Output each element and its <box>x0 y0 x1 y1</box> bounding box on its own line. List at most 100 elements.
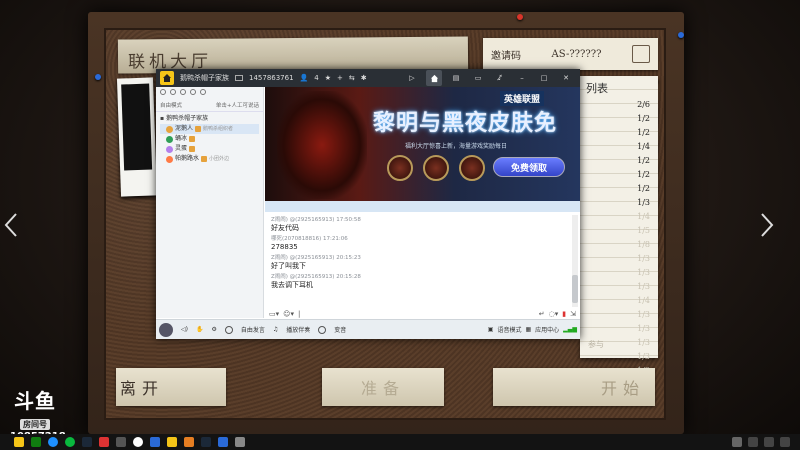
app-icon[interactable] <box>764 437 774 447</box>
player-list: 列表 2/6 1/2 1/2 1/4 1/2 1/2 1/2 1/3 1/4 1/5 1/8 1/3 1… <box>580 76 658 375</box>
panel-toolbar <box>156 87 263 99</box>
member-icon: 👤 <box>299 74 309 82</box>
member-item[interactable]: 蛹冰 <box>160 134 259 144</box>
member-count: 4 <box>314 74 319 82</box>
message-meta: Z闹闹) @(2925165913) 17:50:58 <box>271 217 361 223</box>
music-icon[interactable]: ♫ <box>273 326 278 333</box>
free-speak-label[interactable]: 自由发言 <box>241 325 265 334</box>
search-icon[interactable] <box>160 89 166 95</box>
leave-button[interactable]: 离开 <box>116 368 226 406</box>
system-tray <box>732 437 800 447</box>
member-note: 小团外边 <box>209 156 230 162</box>
app-icon[interactable] <box>150 437 160 447</box>
list-row: 1/3 <box>637 324 650 333</box>
wechat-icon[interactable] <box>65 437 75 447</box>
mic-hand-icon[interactable]: ✋ <box>196 326 203 333</box>
mute-icon[interactable]: ♪̸ <box>492 70 508 86</box>
steam-icon[interactable] <box>82 437 92 447</box>
member-item[interactable]: 泥鹅人 鹅鸭杀组织者 <box>160 124 259 134</box>
plus-icon[interactable]: + <box>337 74 343 82</box>
list-row: 1/4 <box>637 142 650 151</box>
app-icon[interactable] <box>184 437 194 447</box>
settings-icon[interactable]: ⚙ <box>211 326 216 333</box>
voice-change-icon[interactable] <box>318 325 327 334</box>
app-icon[interactable] <box>235 437 245 447</box>
clock-icon[interactable] <box>200 89 206 95</box>
app-icon[interactable] <box>99 437 109 447</box>
app-center-label[interactable]: 应用中心 <box>535 325 559 334</box>
voice-change-label[interactable]: 变音 <box>334 325 346 334</box>
claim-free-button[interactable]: 免费领取 <box>493 157 565 177</box>
member-item[interactable]: 帕鹅路水 小团外边 <box>160 154 259 164</box>
app-icon[interactable] <box>780 437 790 447</box>
expand-icon[interactable]: ⇲ <box>570 310 576 318</box>
app-grid-icon[interactable]: ▦ <box>525 326 531 333</box>
chat-app-icon[interactable] <box>167 437 177 447</box>
list-row: 1/2 <box>637 114 650 123</box>
list-row: 1/8 <box>637 240 650 249</box>
member-item[interactable]: 灵蛋 <box>160 144 259 154</box>
minimize-icon[interactable]: – <box>514 70 530 86</box>
voice-settings-icon[interactable]: ▣ <box>488 326 494 333</box>
gamepad-icon[interactable]: ▭▾ <box>269 310 279 318</box>
send-icon[interactable]: ↵ <box>539 310 545 318</box>
text-cursor[interactable]: | <box>298 310 300 318</box>
app-icon[interactable] <box>218 437 228 447</box>
list-row: 1/3 <box>637 268 650 277</box>
shield-icon[interactable] <box>190 89 196 95</box>
chat-bubble-icon[interactable]: ◌▾ <box>549 310 559 318</box>
next-arrow-icon[interactable] <box>760 212 774 238</box>
free-speak-icon[interactable] <box>224 325 233 334</box>
home-icon[interactable] <box>160 71 174 85</box>
google-icon[interactable] <box>133 437 143 447</box>
voice-controls: ◁) ✋ ⚙ 自由发言 ♫ 播放伴奏 变音 ▣ 语音模式 ▦ 应用中心 ▂▄▆ <box>156 319 580 339</box>
prev-arrow-icon[interactable] <box>4 212 18 238</box>
maximize-icon[interactable]: □ <box>536 70 552 86</box>
gamepad-icon[interactable]: ▭ <box>470 70 486 86</box>
copy-icon[interactable] <box>632 45 650 63</box>
cloud-icon[interactable] <box>732 437 742 447</box>
emoji-icon[interactable]: ☺▾ <box>283 310 294 318</box>
banner-headline: 黎明与黑夜皮肤免 <box>373 110 558 136</box>
mic-icon[interactable] <box>170 89 176 95</box>
tab-home[interactable] <box>426 70 442 86</box>
member-avatar <box>166 155 173 163</box>
close-icon[interactable]: ✕ <box>558 70 574 86</box>
folder-icon[interactable] <box>14 437 24 447</box>
ready-button[interactable]: 准备 <box>322 368 444 406</box>
avatar[interactable] <box>159 322 173 337</box>
doc-icon[interactable]: ▤ <box>448 70 464 86</box>
lobby-title: 联机大厅 <box>117 36 469 74</box>
room-label: 房间号 <box>20 419 50 430</box>
promo-banner[interactable]: 英雄联盟 黎明与黑夜皮肤免 福利大厅惊喜上新，海量游戏奖励每日 免费领取 <box>265 87 580 201</box>
voice-settings-label[interactable]: 语音模式 <box>497 325 521 334</box>
start-button[interactable]: 开始 <box>493 368 655 406</box>
list-row: 1/3 <box>637 282 650 291</box>
play-music-label[interactable]: 播放伴奏 <box>286 325 310 334</box>
flag-icon[interactable]: ▮ <box>562 310 566 318</box>
settings-icon[interactable]: ✱ <box>361 74 367 82</box>
edge-icon[interactable] <box>48 437 58 447</box>
invite-code-card: 邀请码 AS-?????? <box>483 38 658 70</box>
message-meta: 哪死(2070818816) 17:21:06 <box>271 236 348 242</box>
share-icon[interactable]: ⇆ <box>349 74 355 82</box>
list-row: 1/3 <box>637 352 650 361</box>
star-icon[interactable]: ★ <box>325 74 331 82</box>
scrollbar[interactable] <box>572 215 578 307</box>
video-icon[interactable]: ▷ <box>404 70 420 86</box>
list-row: 1/3 <box>637 198 650 207</box>
invite-code: AS-?????? <box>551 48 602 60</box>
mode-label[interactable]: 自由模式 <box>160 101 182 109</box>
message-list: Z闹闹) @(2925165913) 17:50:58 好友代码 哪死(207081… <box>265 212 580 309</box>
group-node[interactable]: ▪ 鹅鸭杀帽子家族 <box>160 114 259 124</box>
member-note: 鹅鸭杀组织者 <box>203 126 234 132</box>
speaker-icon[interactable]: ◁) <box>181 326 188 333</box>
app-icon[interactable] <box>748 437 758 447</box>
message-text: 278835 <box>271 243 298 251</box>
xbox-icon[interactable] <box>31 437 41 447</box>
member-avatar <box>166 135 173 143</box>
steam-icon[interactable] <box>201 437 211 447</box>
app-icon[interactable] <box>116 437 126 447</box>
list-row: 1/3 <box>637 254 650 263</box>
location-icon[interactable] <box>180 89 186 95</box>
